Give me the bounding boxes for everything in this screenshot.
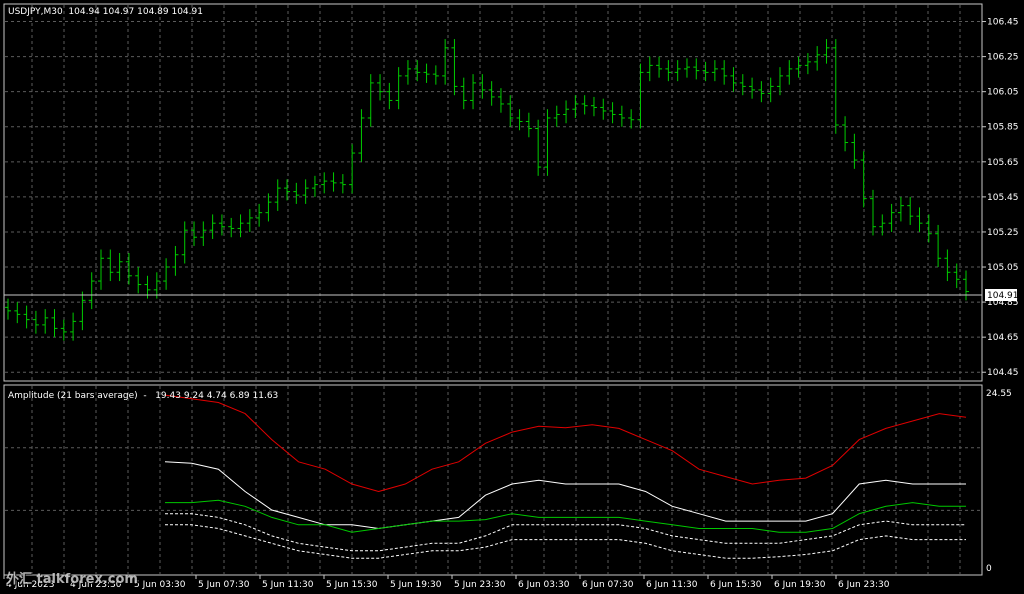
price-label: 106.45: [987, 18, 1019, 28]
indicator-scale-top: 24.55: [986, 389, 1012, 399]
price-label: 105.05: [987, 263, 1019, 273]
price-label: 106.05: [987, 88, 1019, 98]
price-label: 105.45: [987, 193, 1019, 203]
price-label: 104.65: [987, 333, 1019, 343]
chart-window[interactable]: 106.45 106.25 106.05 105.85 105.65 105.45 105.…: [0, 0, 1024, 594]
main-chart-header: USDJPY,M30 104.94 104.97 104.89 104.91: [8, 7, 203, 17]
price-label: 105.65: [987, 158, 1019, 168]
time-label: 6 Jun 11:30: [646, 580, 698, 590]
price-label: 105.85: [987, 123, 1019, 133]
indicator-header: Amplitude (21 bars average) - 19.43 9.24…: [8, 391, 278, 401]
time-label: 6 Jun 07:30: [582, 580, 634, 590]
time-label: 6 Jun 19:30: [774, 580, 826, 590]
price-label: 106.25: [987, 53, 1019, 63]
time-label: 5 Jun 11:30: [262, 580, 314, 590]
watermark-logo: 外汇 talkforex.com: [6, 572, 138, 587]
time-label: 5 Jun 07:30: [198, 580, 250, 590]
current-price-label: 104.91: [987, 291, 1019, 301]
time-label: 5 Jun 15:30: [326, 580, 378, 590]
price-label: 104.45: [987, 368, 1019, 378]
time-label: 6 Jun 15:30: [710, 580, 762, 590]
price-label: 105.25: [987, 228, 1019, 238]
time-label: 5 Jun 23:30: [454, 580, 506, 590]
indicator-scale-bottom: 0: [986, 564, 992, 574]
time-label: 5 Jun 19:30: [390, 580, 442, 590]
time-label: 6 Jun 03:30: [518, 580, 570, 590]
time-label: 6 Jun 23:30: [838, 580, 890, 590]
